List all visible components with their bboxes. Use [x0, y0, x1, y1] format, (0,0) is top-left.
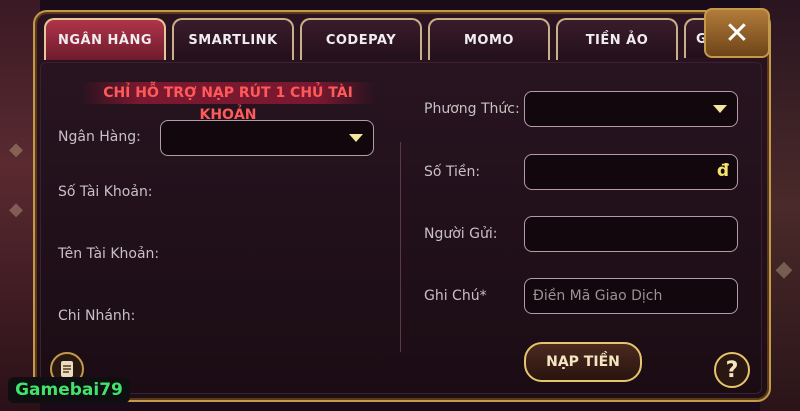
caret-down-icon	[349, 134, 363, 142]
bank-select[interactable]	[160, 120, 374, 156]
deposit-button[interactable]: NẠP TIỀN	[524, 342, 642, 382]
account-name-label: Tên Tài Khoản:	[58, 246, 160, 262]
background-decoration: ◆ ◆	[9, 139, 23, 220]
method-label: Phương Thức:	[424, 101, 520, 117]
close-button[interactable]: ✕	[704, 8, 770, 58]
history-icon	[61, 361, 73, 377]
help-button[interactable]: ?	[714, 352, 750, 388]
sender-label: Người Gửi:	[424, 226, 498, 242]
column-divider	[400, 142, 401, 352]
note-label: Ghi Chú*	[424, 288, 487, 304]
branch-label: Chi Nhánh:	[58, 308, 136, 324]
tab-momo[interactable]: MOMO	[428, 18, 550, 60]
tab-bar: NGÂN HÀNG SMARTLINK CODEPAY MOMO TIỀN ẢO…	[44, 18, 728, 62]
sender-input[interactable]	[524, 216, 738, 252]
warning-banner: CHỈ HỖ TRỢ NẠP RÚT 1 CHỦ TÀI KHOẢN	[80, 82, 376, 123]
amount-input[interactable]: đ	[524, 154, 738, 190]
bank-label: Ngân Hàng:	[58, 129, 141, 145]
currency-symbol: đ	[716, 161, 729, 181]
tab-smartlink[interactable]: SMARTLINK	[172, 18, 294, 60]
tab-ngan-hang[interactable]: NGÂN HÀNG	[44, 18, 166, 60]
tab-codepay[interactable]: CODEPAY	[300, 18, 422, 60]
caret-down-icon	[713, 105, 727, 113]
amount-label: Số Tiền:	[424, 164, 481, 180]
close-icon: ✕	[724, 15, 750, 51]
tab-tien-ao[interactable]: TIỀN ẢO	[556, 18, 678, 60]
note-placeholder: Điền Mã Giao Dịch	[533, 288, 663, 304]
watermark-logo: Gamebai79	[8, 377, 130, 403]
account-number-label: Số Tài Khoản:	[58, 184, 153, 200]
method-select[interactable]	[524, 91, 738, 127]
help-icon: ?	[725, 357, 739, 383]
note-input[interactable]: Điền Mã Giao Dịch	[524, 278, 738, 314]
background-decoration: ◆	[775, 257, 793, 282]
